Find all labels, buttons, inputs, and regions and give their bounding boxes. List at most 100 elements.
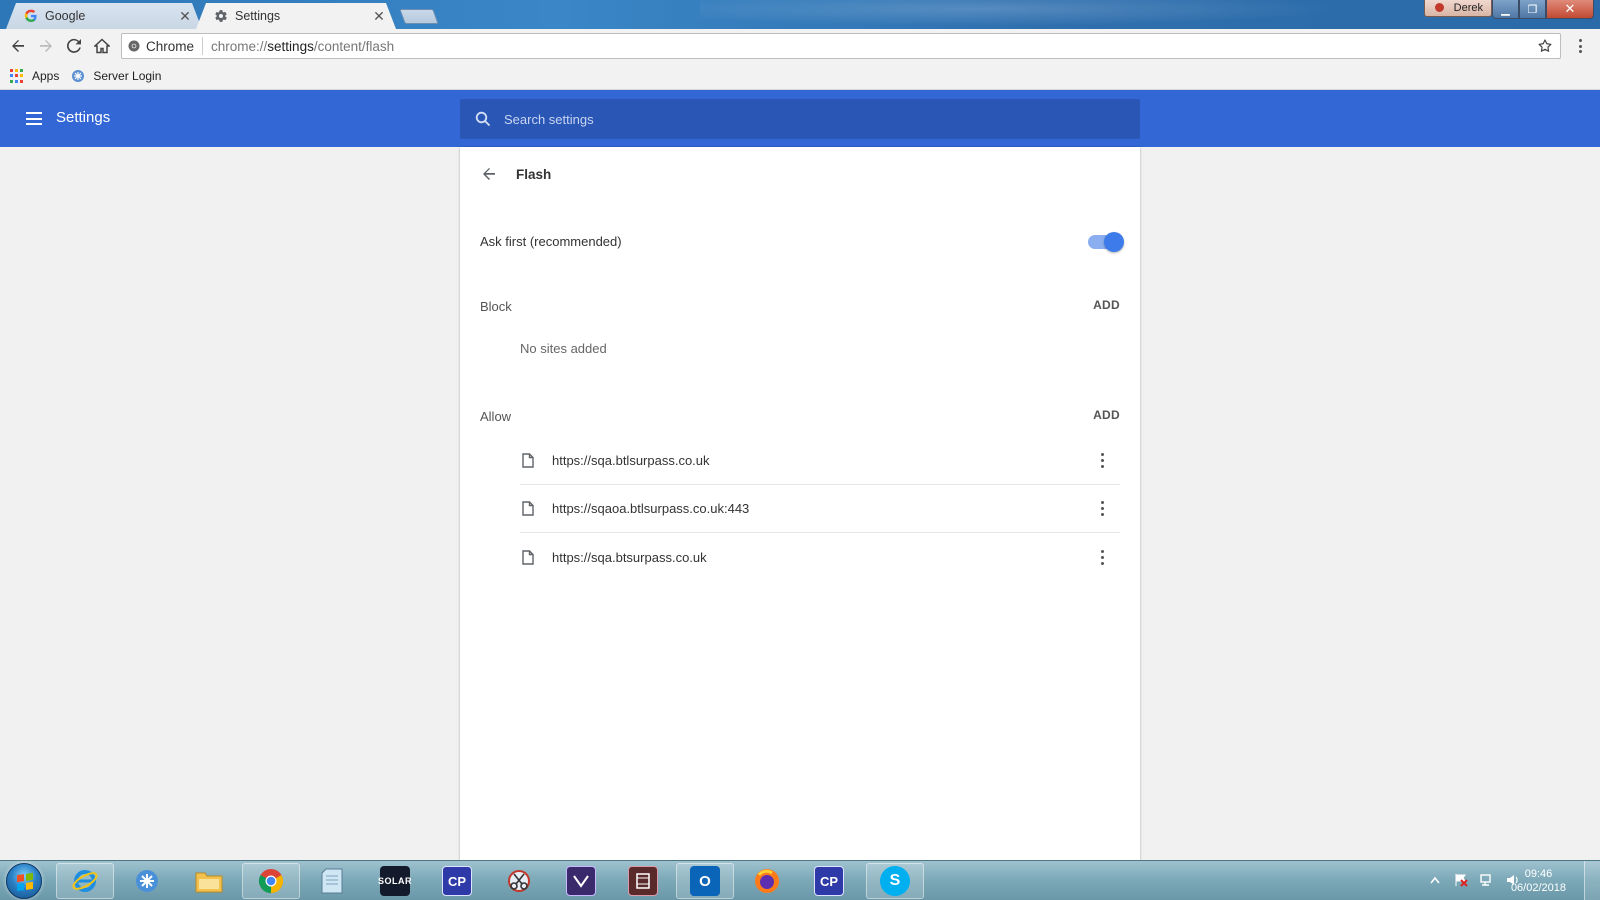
allow-add-button[interactable]: ADD (1093, 408, 1120, 422)
folder-icon (194, 866, 224, 896)
taskbar-file-explorer[interactable] (180, 863, 238, 899)
outlook-icon: O (690, 866, 720, 896)
block-empty-message: No sites added (520, 341, 607, 356)
skype-icon: S (880, 866, 910, 896)
window-controls: ▁ ❐ ✕ (1492, 0, 1594, 19)
ask-first-toggle[interactable] (1088, 231, 1124, 252)
new-tab-button[interactable] (399, 9, 439, 24)
taskbar-notepad[interactable] (304, 863, 362, 899)
google-g-icon (24, 9, 38, 23)
subpage-back-button[interactable] (480, 165, 498, 183)
menu-icon[interactable] (26, 112, 42, 125)
site-url: https://sqaoa.btlsurpass.co.uk:443 (552, 501, 750, 516)
start-button[interactable] (6, 863, 42, 899)
taskbar-internet-explorer[interactable] (56, 863, 114, 899)
profile-button[interactable]: Derek (1424, 0, 1492, 17)
taskbar-media-app[interactable] (614, 863, 672, 899)
taskbar-firefox[interactable] (738, 863, 796, 899)
tab-close-icon[interactable]: ✕ (372, 8, 386, 25)
bookmarks-bar: Apps Server Login (0, 63, 1600, 90)
forward-arrow-icon (40, 40, 52, 52)
cp-app-icon: CP (814, 866, 844, 896)
home-icon (94, 38, 110, 54)
url-path: /content/flash (313, 38, 395, 54)
taskbar-clock[interactable]: 09:46 06/02/2018 (1511, 867, 1566, 895)
search-input[interactable] (504, 111, 1104, 127)
tab-google[interactable]: Google ✕ (6, 3, 202, 29)
taskbar-chrome[interactable] (242, 863, 300, 899)
chrome-menu-button[interactable] (1572, 37, 1588, 55)
close-window-button[interactable]: ✕ (1546, 0, 1594, 19)
chrome-icon (128, 40, 140, 52)
browser-toolbar: Chrome chrome://settings/content/flash (0, 29, 1600, 63)
list-item: https://sqa.btsurpass.co.uk (520, 533, 1120, 581)
page-title: Settings (56, 109, 111, 126)
cp-app-icon: CP (442, 866, 472, 896)
gear-icon (214, 9, 228, 23)
site-chip-label: Chrome (146, 38, 195, 54)
taskbar-skype[interactable]: S (866, 863, 924, 899)
ask-first-row: Ask first (recommended) (480, 231, 1124, 252)
notepad-icon (318, 866, 348, 896)
scissors-icon (504, 866, 534, 896)
taskbar-snipping-tool[interactable] (490, 863, 548, 899)
content-area: Flash Ask first (recommended) Block ADD … (0, 147, 1600, 860)
clock-time: 09:46 (1524, 868, 1553, 880)
reload-icon (66, 38, 81, 53)
address-bar[interactable]: Chrome chrome://settings/content/flash (121, 33, 1561, 59)
taskbar: SOLAR CP O CP S 09:46 06/02/2018 (0, 860, 1600, 900)
system-tray (1428, 873, 1520, 887)
back-button[interactable] (4, 32, 32, 60)
url-text[interactable]: chrome://settings/content/flash (211, 39, 1534, 54)
subpage-title: Flash (516, 166, 552, 182)
windows-logo-icon (17, 872, 33, 892)
bookmark-label: Server Login (93, 69, 162, 83)
bookmark-server-login[interactable]: Server Login (71, 69, 161, 83)
restore-button[interactable]: ❐ (1519, 0, 1546, 19)
site-url: https://sqa.btsurpass.co.uk (552, 549, 707, 565)
taskbar-cp-app-2[interactable]: CP (800, 863, 858, 899)
forward-button[interactable] (32, 32, 60, 60)
page-icon (520, 452, 536, 470)
action-center-flag-icon[interactable] (1454, 873, 1468, 887)
allow-label: Allow (480, 409, 512, 424)
subpage-header: Flash (480, 163, 551, 185)
site-info-chip[interactable]: Chrome (122, 37, 204, 55)
solar-icon: SOLAR (378, 866, 412, 896)
sync-app-icon (132, 866, 162, 896)
home-button[interactable] (88, 32, 116, 60)
list-item: https://sqaoa.btlsurpass.co.uk:443 (520, 485, 1120, 533)
page-icon (520, 548, 536, 566)
tab-close-icon[interactable]: ✕ (178, 8, 192, 25)
list-item: https://sqa.btlsurpass.co.uk (520, 437, 1120, 485)
internet-explorer-icon (70, 866, 100, 896)
block-add-button[interactable]: ADD (1093, 298, 1120, 312)
taskbar-outlook[interactable]: O (676, 863, 734, 899)
film-icon (628, 866, 658, 896)
taskbar-visual-studio[interactable] (552, 863, 610, 899)
more-actions-icon[interactable] (1090, 449, 1114, 473)
server-login-icon (72, 70, 85, 82)
ask-first-label: Ask first (recommended) (480, 234, 622, 249)
network-icon[interactable] (1480, 873, 1494, 887)
taskbar-cp-app-1[interactable]: CP (428, 863, 486, 899)
user-icon (1435, 3, 1444, 12)
more-actions-icon[interactable] (1090, 545, 1114, 569)
page-icon (520, 500, 536, 518)
bookmark-apps[interactable]: Apps (10, 69, 59, 83)
profile-name: Derek (1453, 2, 1483, 14)
more-actions-icon[interactable] (1090, 497, 1114, 521)
bookmark-star-button[interactable] (1534, 38, 1556, 54)
minimize-button[interactable]: ▁ (1492, 0, 1519, 19)
taskbar-solar[interactable]: SOLAR (366, 863, 424, 899)
tab-title: Settings (235, 9, 281, 23)
taskbar-bookmark-app[interactable] (118, 863, 176, 899)
reload-button[interactable] (60, 32, 88, 60)
tab-settings[interactable]: Settings ✕ (196, 3, 396, 29)
show-hidden-icons-icon[interactable] (1428, 873, 1442, 887)
apps-grid-icon (10, 69, 24, 83)
show-desktop-button[interactable] (1584, 861, 1600, 900)
flash-settings-card: Flash Ask first (recommended) Block ADD … (460, 147, 1140, 860)
search-settings-box[interactable] (460, 99, 1140, 139)
site-url: https://sqa.btlsurpass.co.uk (552, 453, 710, 468)
